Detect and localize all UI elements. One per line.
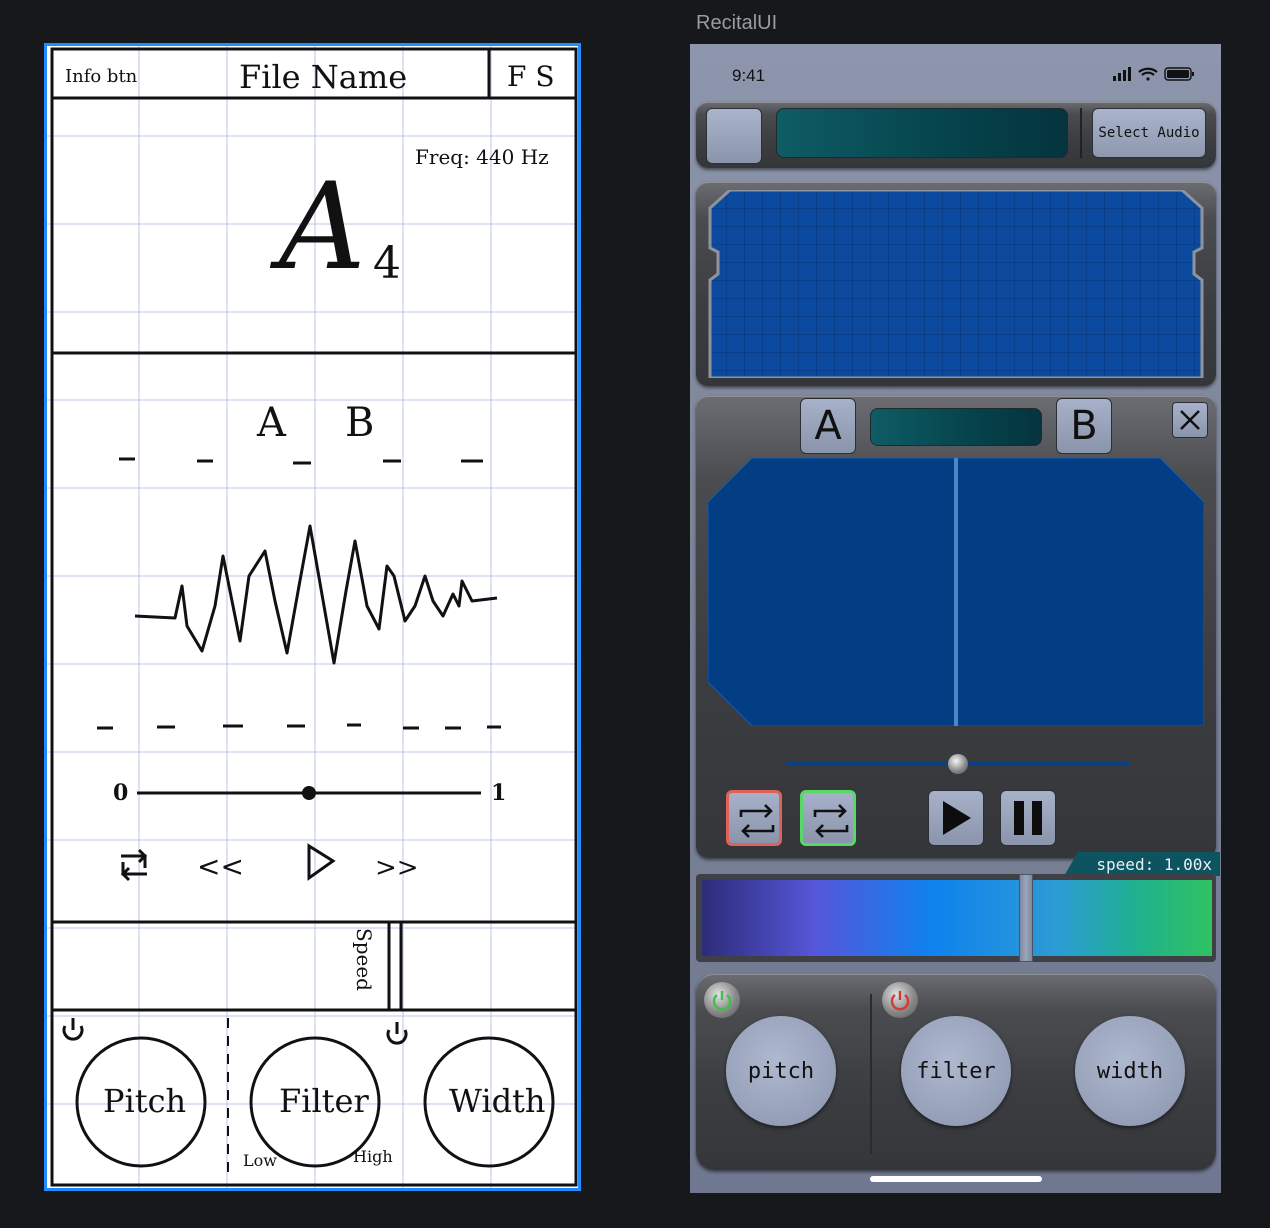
speed-slider[interactable] xyxy=(696,874,1216,962)
sketch-high-label: High xyxy=(353,1147,393,1166)
sketch-fs-label: F S xyxy=(507,60,555,93)
loop-icon xyxy=(739,804,775,838)
status-icons xyxy=(1113,66,1201,87)
sketch-progress-knob xyxy=(302,786,316,800)
sketch-canvas: Info btn File Name F S Freq: 440 Hz A 4 … xyxy=(47,46,578,1188)
sketch-waveform xyxy=(134,524,498,665)
close-icon xyxy=(1180,410,1200,430)
filter-knob[interactable]: filter xyxy=(901,1016,1011,1126)
sketch-ticks-top xyxy=(119,457,483,465)
sketch-width-label: Width xyxy=(449,1082,546,1120)
sketch-progress-min: 0 xyxy=(113,780,128,806)
info-button[interactable] xyxy=(706,108,762,164)
progress-slider[interactable] xyxy=(786,754,1130,774)
play-icon xyxy=(943,801,971,835)
a-marker-button[interactable]: A xyxy=(800,398,856,454)
sketch-pitch-power-icon xyxy=(62,1018,84,1041)
sketch-file-name: File Name xyxy=(239,58,407,96)
cellular-signal-icon xyxy=(1113,67,1131,81)
play-button[interactable] xyxy=(928,790,984,846)
pause-button[interactable] xyxy=(1000,790,1056,846)
sketch-filter-label: Filter xyxy=(279,1082,369,1120)
pitch-knob[interactable]: pitch xyxy=(726,1016,836,1126)
tuner-display xyxy=(708,190,1204,378)
select-audio-button[interactable]: Select Audio xyxy=(1092,108,1206,158)
b-marker-button[interactable]: B xyxy=(1056,398,1112,454)
power-icon xyxy=(712,991,732,1011)
waveform-panel: A B xyxy=(696,396,1216,858)
speed-gradient-track[interactable] xyxy=(702,880,1212,956)
status-bar: 9:41 xyxy=(690,44,1221,102)
status-time: 9:41 xyxy=(732,66,766,85)
speed-label: speed: 1.00x xyxy=(1064,852,1220,876)
effects-panel: pitch filter width xyxy=(696,974,1216,1170)
sketch-pitch-label: Pitch xyxy=(103,1082,186,1120)
speed-handle[interactable] xyxy=(1018,874,1033,962)
top-bar-divider xyxy=(1080,108,1082,158)
sketch-octave: 4 xyxy=(373,238,401,289)
sketch-rewind: << xyxy=(197,850,244,883)
width-knob[interactable]: width xyxy=(1075,1016,1185,1126)
frame-title: RecitalUI xyxy=(696,12,778,34)
power-icon xyxy=(890,991,910,1011)
phone-screen: 9:41 Select Audio A B speed: 1.00x pitch… xyxy=(690,44,1221,1193)
loop-on-button[interactable] xyxy=(800,790,856,846)
sketch-low-label: Low xyxy=(243,1151,277,1170)
sketch-info-label: Info btn xyxy=(65,66,138,87)
top-bar: Select Audio xyxy=(696,102,1216,168)
effects-divider xyxy=(870,994,872,1154)
filter-power-button[interactable] xyxy=(882,982,918,1018)
sketch-b-marker: B xyxy=(345,400,374,446)
playhead[interactable] xyxy=(954,458,958,726)
sketch-loop-icon xyxy=(120,848,148,882)
sketch-a-marker: A xyxy=(256,400,287,446)
wireframe-sketch: Info btn File Name F S Freq: 440 Hz A 4 … xyxy=(44,43,581,1191)
loop-off-button[interactable] xyxy=(726,790,782,846)
wifi-icon xyxy=(1138,67,1158,81)
pitch-power-button[interactable] xyxy=(704,982,740,1018)
ab-range-display xyxy=(870,408,1042,446)
sketch-speed-label: Speed xyxy=(352,928,376,991)
home-indicator[interactable] xyxy=(870,1176,1042,1182)
sketch-play-icon xyxy=(307,843,336,881)
sketch-ticks-bottom xyxy=(97,723,501,730)
sketch-note: A xyxy=(269,158,366,297)
progress-knob[interactable] xyxy=(948,754,968,774)
file-name-display xyxy=(776,108,1068,158)
pause-icon xyxy=(1014,801,1042,835)
loop-icon xyxy=(813,804,849,838)
battery-icon xyxy=(1164,67,1194,81)
sketch-forward: >> xyxy=(375,853,419,883)
tuner-panel xyxy=(696,182,1216,386)
sketch-freq-label: Freq: 440 Hz xyxy=(415,145,549,169)
waveform-display[interactable] xyxy=(708,458,1204,726)
close-button[interactable] xyxy=(1172,402,1208,438)
sketch-progress-max: 1 xyxy=(491,780,506,806)
